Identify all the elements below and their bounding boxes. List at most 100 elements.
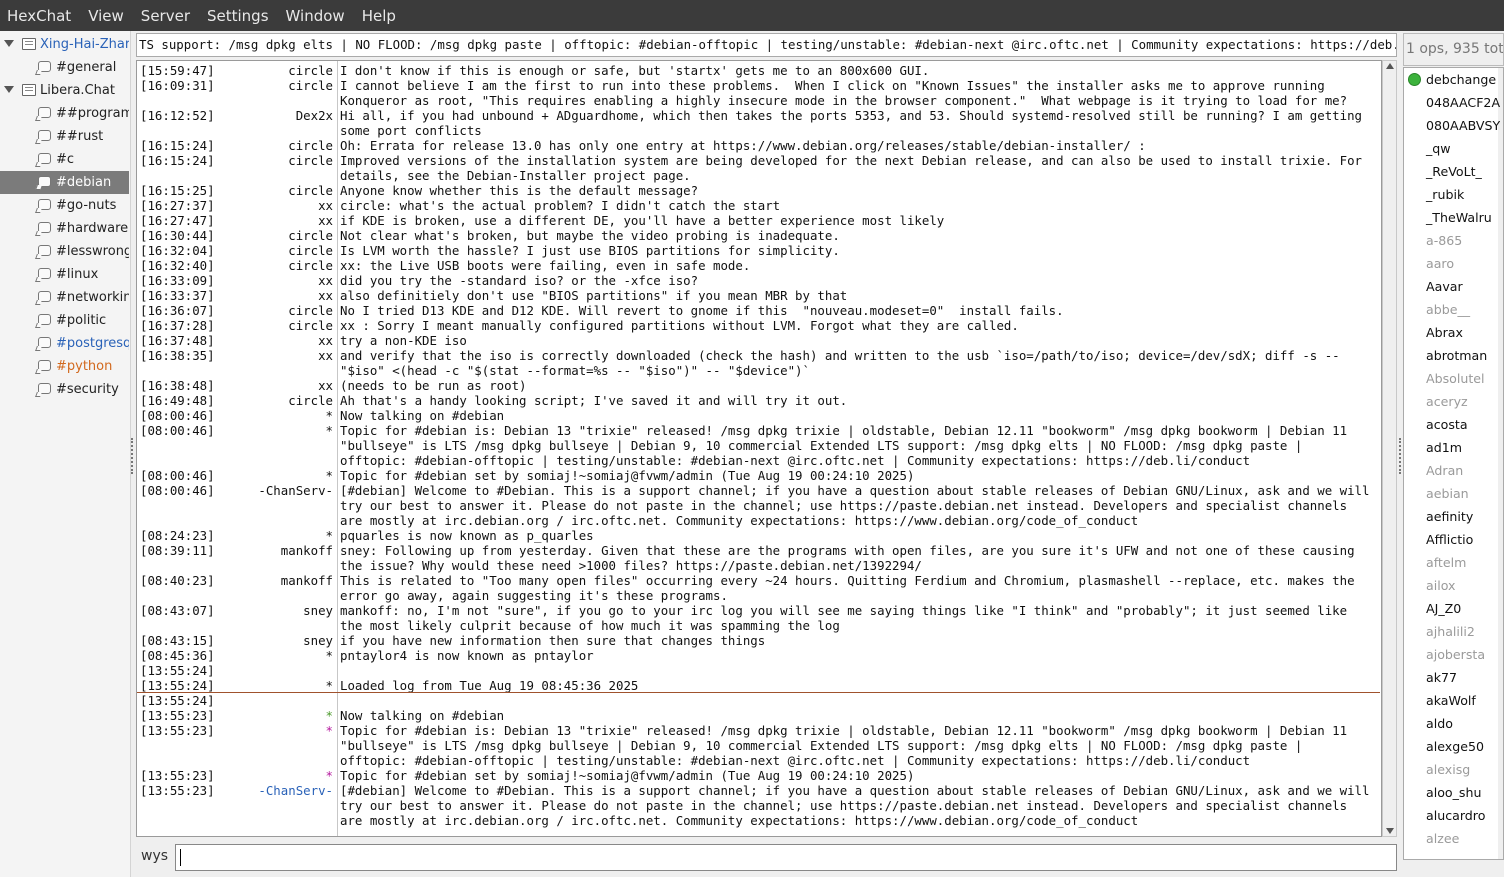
nick[interactable]: * (326, 408, 333, 423)
user-list-item[interactable]: _rubik (1404, 183, 1500, 206)
tree-channel-item[interactable]: #security (0, 378, 129, 401)
user-list-item[interactable]: aaro (1404, 252, 1500, 275)
nick[interactable]: * (326, 423, 333, 438)
user-list-item[interactable]: alexisg (1404, 758, 1500, 781)
right-pane-resize-grip[interactable] (1399, 438, 1402, 474)
menu-settings[interactable]: Settings (207, 7, 269, 25)
menu-help[interactable]: Help (362, 7, 396, 25)
chat-log[interactable]: [15:59:47] circle I don't know if this is … (136, 60, 1382, 837)
tree-channel-item[interactable]: #c (0, 148, 129, 171)
user-list[interactable]: debchange 048AACF2A 080AABVSY _qw _ReVoLt_ _r… (1403, 67, 1504, 860)
nick[interactable]: xx (318, 198, 333, 213)
nick[interactable]: * (326, 708, 333, 723)
menu-server[interactable]: Server (141, 7, 190, 25)
nick[interactable]: -ChanServ- (258, 783, 333, 798)
nick[interactable]: mankoff (281, 573, 333, 588)
user-list-item[interactable]: abbe__ (1404, 298, 1500, 321)
nick[interactable]: * (326, 768, 333, 783)
tree-channel-item[interactable]: #general (0, 56, 129, 79)
user-list-item[interactable]: 048AACF2A (1404, 91, 1500, 114)
user-list-item[interactable]: abrotman (1404, 344, 1500, 367)
nick[interactable]: * (326, 678, 333, 693)
nick[interactable]: circle (288, 393, 333, 408)
user-list-item[interactable]: Aavar (1404, 275, 1500, 298)
nick[interactable]: circle (288, 183, 333, 198)
user-list-item[interactable]: debchange (1404, 68, 1500, 91)
chat-scrollbar[interactable] (1382, 60, 1397, 837)
user-list-item[interactable]: alexge50 (1404, 735, 1500, 758)
scroll-up-icon[interactable] (1386, 63, 1394, 69)
user-list-item[interactable]: ad1m (1404, 436, 1500, 459)
user-list-item[interactable]: _TheWalru (1404, 206, 1500, 229)
tree-channel-item[interactable]: #lesswrong (0, 240, 129, 263)
tree-channel-item[interactable]: #politic (0, 309, 129, 332)
user-list-item[interactable]: Afflictio (1404, 528, 1500, 551)
nick[interactable]: circle (288, 153, 333, 168)
user-list-item[interactable]: a-865 (1404, 229, 1500, 252)
left-pane-resize-grip[interactable] (131, 438, 134, 474)
tree-channel-item[interactable]: ##programm (0, 102, 129, 125)
tree-channel-item[interactable]: #python (0, 355, 129, 378)
user-list-item[interactable]: aefinity (1404, 505, 1500, 528)
nick-button[interactable]: wys (141, 848, 168, 864)
user-list-item[interactable]: aldo (1404, 712, 1500, 735)
user-list-item[interactable]: acosta (1404, 413, 1500, 436)
nick[interactable]: circle (288, 228, 333, 243)
topic-bar[interactable]: TS support: /msg dpkg elts | NO FLOOD: /… (136, 33, 1397, 57)
scroll-down-icon[interactable] (1386, 828, 1394, 834)
nick[interactable]: circle (288, 138, 333, 153)
user-list-item[interactable]: aceryz (1404, 390, 1500, 413)
user-list-item[interactable]: aloo_shu (1404, 781, 1500, 804)
tree-channel-item[interactable]: #hardware (0, 217, 129, 240)
nick[interactable]: circle (288, 258, 333, 273)
message-input[interactable] (175, 844, 1397, 871)
tree-server-item[interactable]: Libera.Chat (0, 79, 129, 102)
user-list-item[interactable]: AJ_Z0 (1404, 597, 1500, 620)
nick[interactable]: * (326, 528, 333, 543)
user-list-item[interactable]: 080AABVSY (1404, 114, 1500, 137)
nick[interactable]: -ChanServ- (258, 483, 333, 498)
nick[interactable]: xx (318, 288, 333, 303)
nick[interactable]: circle (288, 63, 333, 78)
user-list-item[interactable]: aebian (1404, 482, 1500, 505)
user-list-item[interactable]: ailox (1404, 574, 1500, 597)
nick[interactable]: xx (318, 213, 333, 228)
nick[interactable]: * (326, 648, 333, 663)
user-list-item[interactable]: akaWolf (1404, 689, 1500, 712)
user-list-item[interactable]: _ReVoLt_ (1404, 160, 1500, 183)
user-list-item[interactable]: ajobersta (1404, 643, 1500, 666)
tree-server-item[interactable]: Xing-Hai-Zhar (0, 33, 129, 56)
user-list-item[interactable]: Absolutel (1404, 367, 1500, 390)
user-list-item[interactable]: alzee (1404, 827, 1500, 850)
user-list-item[interactable]: ak77 (1404, 666, 1500, 689)
user-list-item[interactable]: Adran (1404, 459, 1500, 482)
nick[interactable]: xx (318, 348, 333, 363)
nick[interactable]: xx (318, 378, 333, 393)
nick[interactable]: circle (288, 78, 333, 93)
user-list-item[interactable]: _qw (1404, 137, 1500, 160)
tree-channel-item[interactable]: #postgresq (0, 332, 129, 355)
nick[interactable]: sney (303, 633, 333, 648)
nick[interactable]: Dex2x (296, 108, 333, 123)
menu-window[interactable]: Window (286, 7, 345, 25)
nick[interactable]: * (326, 723, 333, 738)
tree-channel-item[interactable]: #debian (0, 171, 129, 194)
tree-channel-item[interactable]: ##rust (0, 125, 129, 148)
user-list-item[interactable]: alucardro (1404, 804, 1500, 827)
nick[interactable]: circle (288, 303, 333, 318)
nick[interactable]: sney (303, 603, 333, 618)
menu-view[interactable]: View (88, 7, 124, 25)
tree-channel-item[interactable]: #networkin (0, 286, 129, 309)
nick[interactable]: mankoff (281, 543, 333, 558)
nick[interactable]: xx (318, 273, 333, 288)
tree-channel-item[interactable]: #linux (0, 263, 129, 286)
menu-hexchat[interactable]: HexChat (7, 7, 71, 25)
user-list-item[interactable]: ajhalili2 (1404, 620, 1500, 643)
user-list-item[interactable]: Abrax (1404, 321, 1500, 344)
tree-channel-item[interactable]: #go-nuts (0, 194, 129, 217)
nick[interactable]: circle (288, 318, 333, 333)
nick[interactable]: xx (318, 333, 333, 348)
expander-down-icon[interactable] (4, 40, 14, 47)
user-list-item[interactable]: aftelm (1404, 551, 1500, 574)
nick[interactable]: * (326, 468, 333, 483)
